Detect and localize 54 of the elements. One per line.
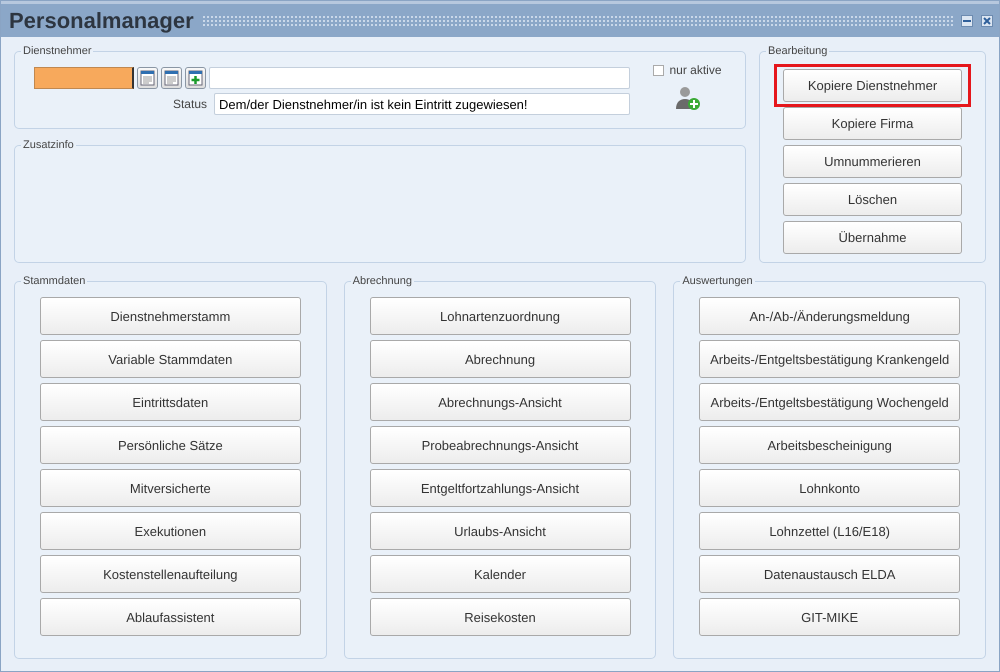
- add-button[interactable]: [185, 67, 206, 89]
- employee-name-field[interactable]: [209, 67, 630, 89]
- close-icon: [983, 16, 991, 24]
- menu-button[interactable]: Kostenstellenaufteilung: [40, 555, 301, 593]
- menu-button[interactable]: Ablaufassistent: [40, 598, 301, 636]
- menu-button[interactable]: Arbeitsbescheinigung: [699, 426, 960, 464]
- calendar-plus-icon: [188, 70, 203, 86]
- menu-button[interactable]: Reisekosten: [370, 598, 630, 636]
- menu-button[interactable]: Datenaustausch ELDA: [699, 555, 960, 593]
- menu-button[interactable]: Arbeits-/Entgeltsbestätigung Krankengeld: [699, 340, 960, 378]
- menu-button[interactable]: Abrechnungs-Ansicht: [370, 383, 630, 421]
- menu-button[interactable]: Lohnartenzuordnung: [370, 297, 630, 335]
- menu-button[interactable]: Entgeltfortzahlungs-Ansicht: [370, 469, 630, 507]
- action-button[interactable]: Übernahme: [783, 221, 962, 254]
- menu-button[interactable]: Probeabrechnungs-Ansicht: [370, 426, 630, 464]
- window-title: Personalmanager: [9, 8, 194, 34]
- panel-legend: Dienstnehmer: [21, 45, 94, 57]
- menu-button[interactable]: Dienstnehmerstamm: [40, 297, 301, 335]
- panel-legend: Bearbeitung: [766, 45, 830, 57]
- menu-button[interactable]: Persönliche Sätze: [40, 426, 301, 464]
- checkbox-label: nur aktive: [669, 63, 722, 77]
- menu-button[interactable]: Lohnkonto: [699, 469, 960, 507]
- list-button[interactable]: [161, 67, 182, 89]
- menu-button[interactable]: Variable Stammdaten: [40, 340, 301, 378]
- menu-button[interactable]: Lohnzettel (L16/E18): [699, 512, 960, 550]
- menu-button[interactable]: Arbeits-/Entgeltsbestätigung Wochengeld: [699, 383, 960, 421]
- list-button[interactable]: [137, 67, 158, 89]
- menu-button[interactable]: Exekutionen: [40, 512, 301, 550]
- panel-legend: Zusatzinfo: [21, 139, 76, 151]
- add-person-icon[interactable]: [674, 85, 700, 111]
- menu-button[interactable]: Urlaubs-Ansicht: [370, 512, 630, 550]
- action-button[interactable]: Kopiere Dienstnehmer: [783, 69, 962, 102]
- panel-legend: Abrechnung: [350, 275, 414, 287]
- status-field[interactable]: Dem/der Dienstnehmer/in ist kein Eintritt zugewiesen!: [214, 93, 630, 115]
- menu-button[interactable]: Kalender: [370, 555, 630, 593]
- minimize-button[interactable]: [961, 14, 973, 26]
- action-button[interactable]: Kopiere Firma: [783, 107, 962, 140]
- status-label: Status: [172, 97, 208, 111]
- employee-number-field[interactable]: [34, 67, 134, 89]
- close-button[interactable]: [981, 14, 993, 26]
- menu-button[interactable]: Eintrittsdaten: [40, 383, 301, 421]
- menu-button[interactable]: Abrechnung: [370, 340, 630, 378]
- menu-button[interactable]: Mitversicherte: [40, 469, 301, 507]
- panel-legend: Stammdaten: [21, 275, 88, 287]
- action-button[interactable]: Löschen: [783, 183, 962, 216]
- minimize-icon: [963, 20, 971, 22]
- document-icon: [140, 70, 155, 86]
- menu-button[interactable]: An-/Ab-/Änderungsmeldung: [699, 297, 960, 335]
- document-icon: [164, 70, 179, 86]
- action-button[interactable]: Umnummerieren: [783, 145, 962, 178]
- checkbox[interactable]: [653, 64, 664, 76]
- panel-legend: Auswertungen: [680, 275, 755, 287]
- nur-aktive-checkbox[interactable]: nur aktive: [653, 63, 722, 77]
- menu-button[interactable]: GIT-MIKE: [699, 598, 960, 636]
